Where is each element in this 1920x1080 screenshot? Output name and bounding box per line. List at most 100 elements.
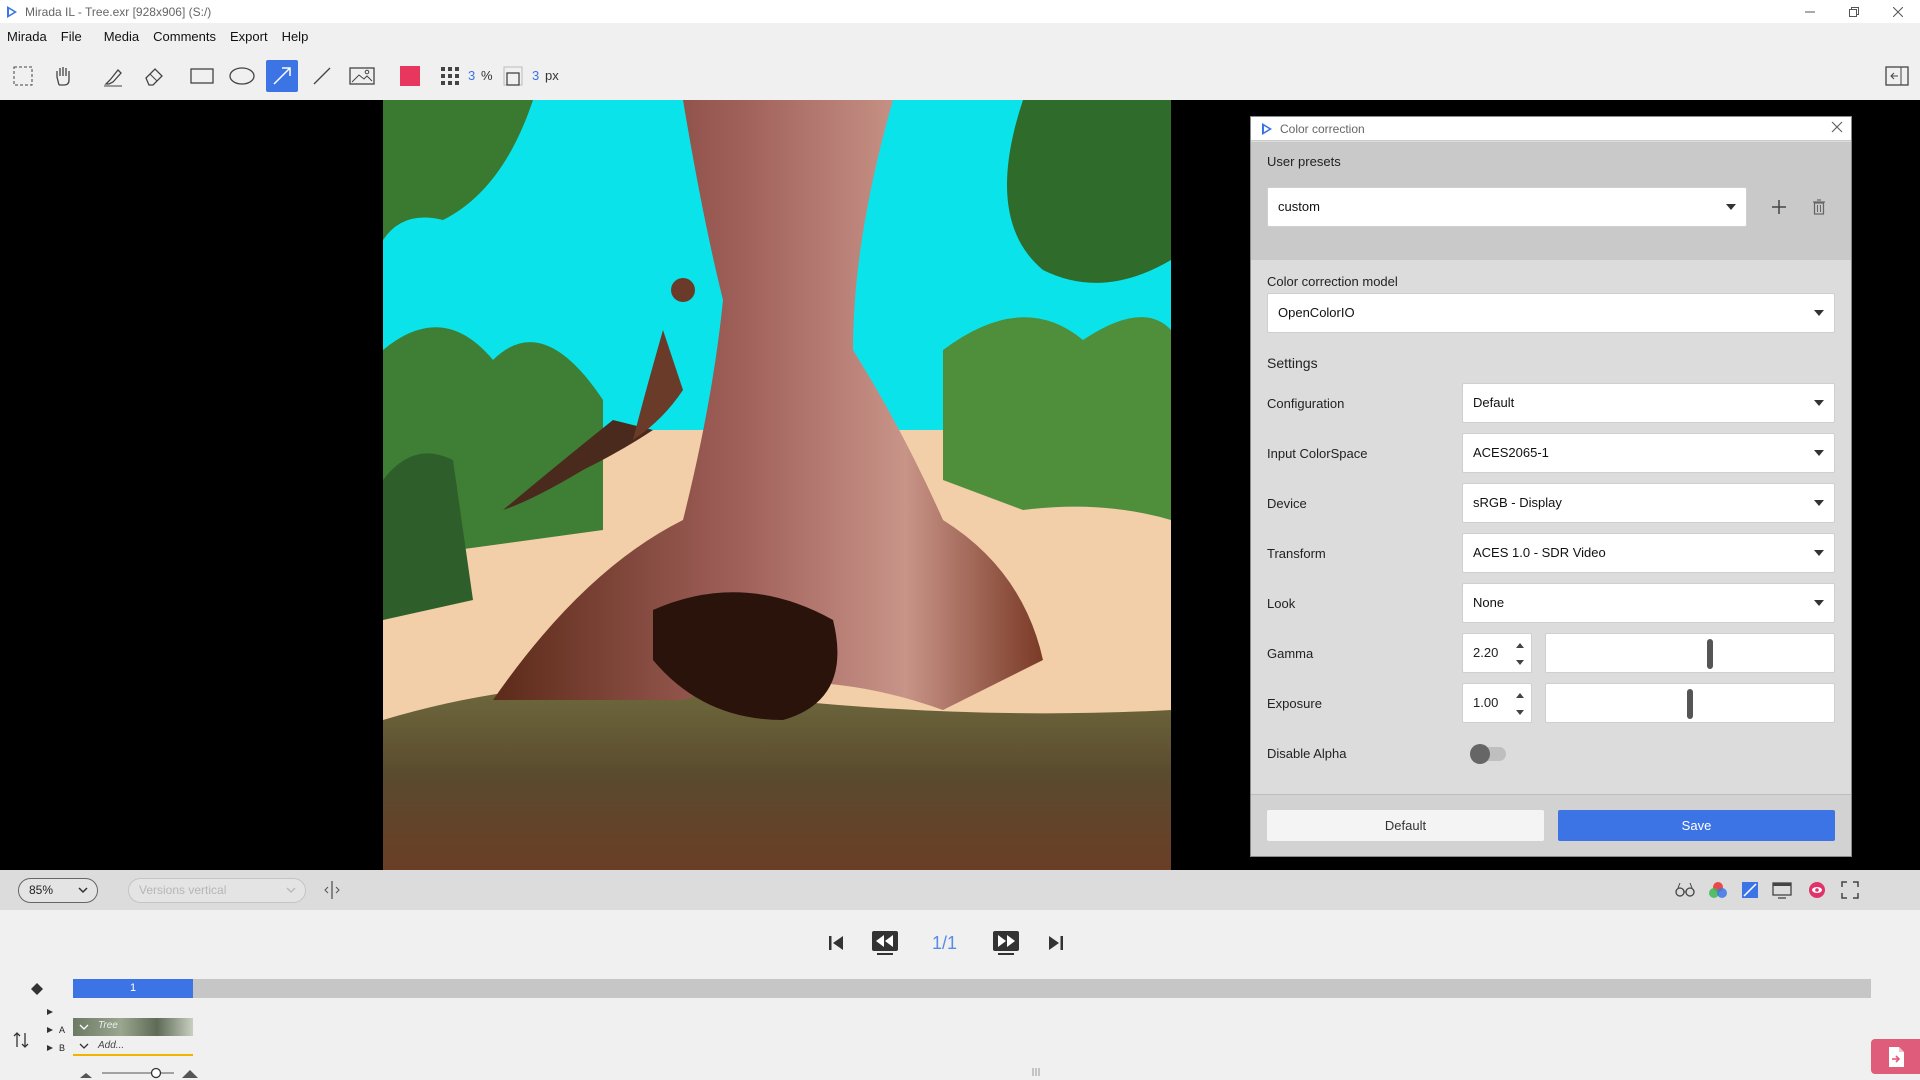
menu-file[interactable]: File xyxy=(54,23,89,50)
fullscreen-icon xyxy=(1841,881,1859,899)
exposure-slider-handle[interactable] xyxy=(1687,689,1693,719)
look-label: Look xyxy=(1267,596,1296,611)
previous-frame-button[interactable] xyxy=(870,928,900,958)
image-viewer[interactable]: Color correction User presets custom Col… xyxy=(0,100,1920,870)
stroke-size-value[interactable]: 3 xyxy=(532,68,539,83)
look-dropdown[interactable]: None xyxy=(1462,583,1835,623)
add-media-slot[interactable]: Add... xyxy=(73,1037,193,1056)
look-value: None xyxy=(1473,595,1505,610)
menu-mirada[interactable]: Mirada xyxy=(0,23,54,50)
menu-comments[interactable]: Comments xyxy=(146,23,223,50)
timeline-zoom-slider[interactable] xyxy=(78,1066,198,1080)
settings-heading: Settings xyxy=(1267,355,1318,371)
color-correction-dialog: Color correction User presets custom Col… xyxy=(1250,116,1852,857)
gamma-slider-handle[interactable] xyxy=(1707,639,1713,669)
chevron-down-icon xyxy=(1814,400,1824,406)
exposure-spinbox[interactable]: 1.00 xyxy=(1462,683,1532,723)
stroke-size-button[interactable] xyxy=(500,61,526,91)
device-dropdown[interactable]: sRGB - Display xyxy=(1462,483,1835,523)
export-button[interactable] xyxy=(1871,1039,1920,1074)
line-tool[interactable] xyxy=(307,61,337,91)
transform-dropdown[interactable]: ACES 1.0 - SDR Video xyxy=(1462,533,1835,573)
versions-placeholder: Versions vertical xyxy=(139,883,227,897)
swap-tracks-icon[interactable] xyxy=(12,1030,30,1050)
timeline-clip[interactable]: Tree xyxy=(73,1018,193,1036)
color-correction-button[interactable] xyxy=(1738,878,1762,902)
minimize-icon xyxy=(1805,11,1815,12)
arrow-tool[interactable] xyxy=(266,60,298,92)
channels-button[interactable] xyxy=(1706,878,1730,902)
go-to-start-button[interactable] xyxy=(821,928,851,958)
compare-button[interactable] xyxy=(1673,878,1697,902)
spin-down-icon[interactable] xyxy=(1516,710,1524,715)
viewer-status-bar: 85% Versions vertical xyxy=(0,870,1920,910)
timeline-ruler[interactable]: 1 xyxy=(73,979,1871,998)
gamma-spinbox[interactable]: 2.20 xyxy=(1462,633,1532,673)
dialog-close-button[interactable] xyxy=(1831,120,1843,138)
rectangle-icon xyxy=(190,68,214,84)
dialog-title-bar[interactable]: Color correction xyxy=(1251,117,1851,141)
expand-arrow-icon[interactable] xyxy=(46,1044,54,1052)
chevron-down-icon xyxy=(79,1024,89,1030)
default-button[interactable]: Default xyxy=(1267,810,1544,841)
restore-button[interactable] xyxy=(1832,0,1876,23)
split-view-button[interactable] xyxy=(320,878,344,902)
grid-size-unit: % xyxy=(481,68,493,83)
eraser-icon xyxy=(145,68,163,86)
model-label: Color correction model xyxy=(1267,274,1398,289)
fullscreen-button[interactable] xyxy=(1838,878,1862,902)
annotation-toolbar: 3 % 3 px xyxy=(0,51,1920,99)
spin-up-icon[interactable] xyxy=(1516,643,1524,648)
spin-up-icon[interactable] xyxy=(1516,693,1524,698)
side-panel-toggle[interactable] xyxy=(1882,61,1912,91)
image-tool[interactable] xyxy=(347,61,377,91)
frame-range-selection[interactable]: 1 xyxy=(73,979,193,998)
spin-down-icon[interactable] xyxy=(1516,660,1524,665)
chevron-down-icon xyxy=(1814,500,1824,506)
color-swatch xyxy=(400,66,420,86)
close-window-button[interactable] xyxy=(1876,0,1920,23)
ellipse-tool[interactable] xyxy=(227,61,257,91)
expand-arrow-icon[interactable] xyxy=(46,1008,54,1016)
menu-help[interactable]: Help xyxy=(275,23,316,50)
grid-size-value[interactable]: 3 xyxy=(468,68,475,83)
grid-size-button[interactable] xyxy=(436,61,464,91)
minimize-button[interactable] xyxy=(1788,0,1832,23)
menu-export[interactable]: Export xyxy=(223,23,275,50)
pan-hand-tool[interactable] xyxy=(48,61,78,91)
go-to-end-button[interactable] xyxy=(1041,928,1071,958)
expand-arrow-icon[interactable] xyxy=(46,1026,54,1034)
model-dropdown[interactable]: OpenColorIO xyxy=(1267,293,1835,333)
visibility-button[interactable] xyxy=(1805,878,1829,902)
input-colorspace-dropdown[interactable]: ACES2065-1 xyxy=(1462,433,1835,473)
splitter-handle-icon[interactable] xyxy=(1030,1067,1042,1077)
chevron-down-icon xyxy=(286,887,296,894)
next-frame-button[interactable] xyxy=(991,928,1021,958)
keyframe-icon[interactable] xyxy=(30,982,44,996)
add-preset-button[interactable] xyxy=(1767,195,1791,219)
delete-preset-button[interactable] xyxy=(1807,195,1831,219)
marquee-select-tool[interactable] xyxy=(8,61,38,91)
app-logo-icon xyxy=(7,5,17,18)
color-correction-icon xyxy=(1742,882,1758,898)
color-swatch-button[interactable] xyxy=(395,61,425,91)
versions-dropdown[interactable]: Versions vertical xyxy=(128,878,306,903)
save-button[interactable]: Save xyxy=(1558,810,1835,841)
configuration-dropdown[interactable]: Default xyxy=(1462,383,1835,423)
stroke-size-unit: px xyxy=(545,68,559,83)
highlighter-tool[interactable] xyxy=(98,61,128,91)
configuration-label: Configuration xyxy=(1267,396,1345,411)
eraser-tool[interactable] xyxy=(139,61,169,91)
timeline: 1 A B Tree Add... xyxy=(0,976,1920,1080)
disable-alpha-toggle[interactable] xyxy=(1470,744,1506,764)
rectangle-tool[interactable] xyxy=(187,61,217,91)
menu-media[interactable]: Media xyxy=(97,23,146,50)
exposure-slider[interactable] xyxy=(1545,683,1835,723)
close-icon xyxy=(1831,121,1843,133)
skip-end-icon xyxy=(1049,936,1063,950)
display-button[interactable] xyxy=(1770,878,1794,902)
zoom-dropdown[interactable]: 85% xyxy=(18,878,98,903)
preset-dropdown[interactable]: custom xyxy=(1267,187,1747,227)
gamma-slider[interactable] xyxy=(1545,633,1835,673)
trash-icon xyxy=(1813,199,1825,215)
